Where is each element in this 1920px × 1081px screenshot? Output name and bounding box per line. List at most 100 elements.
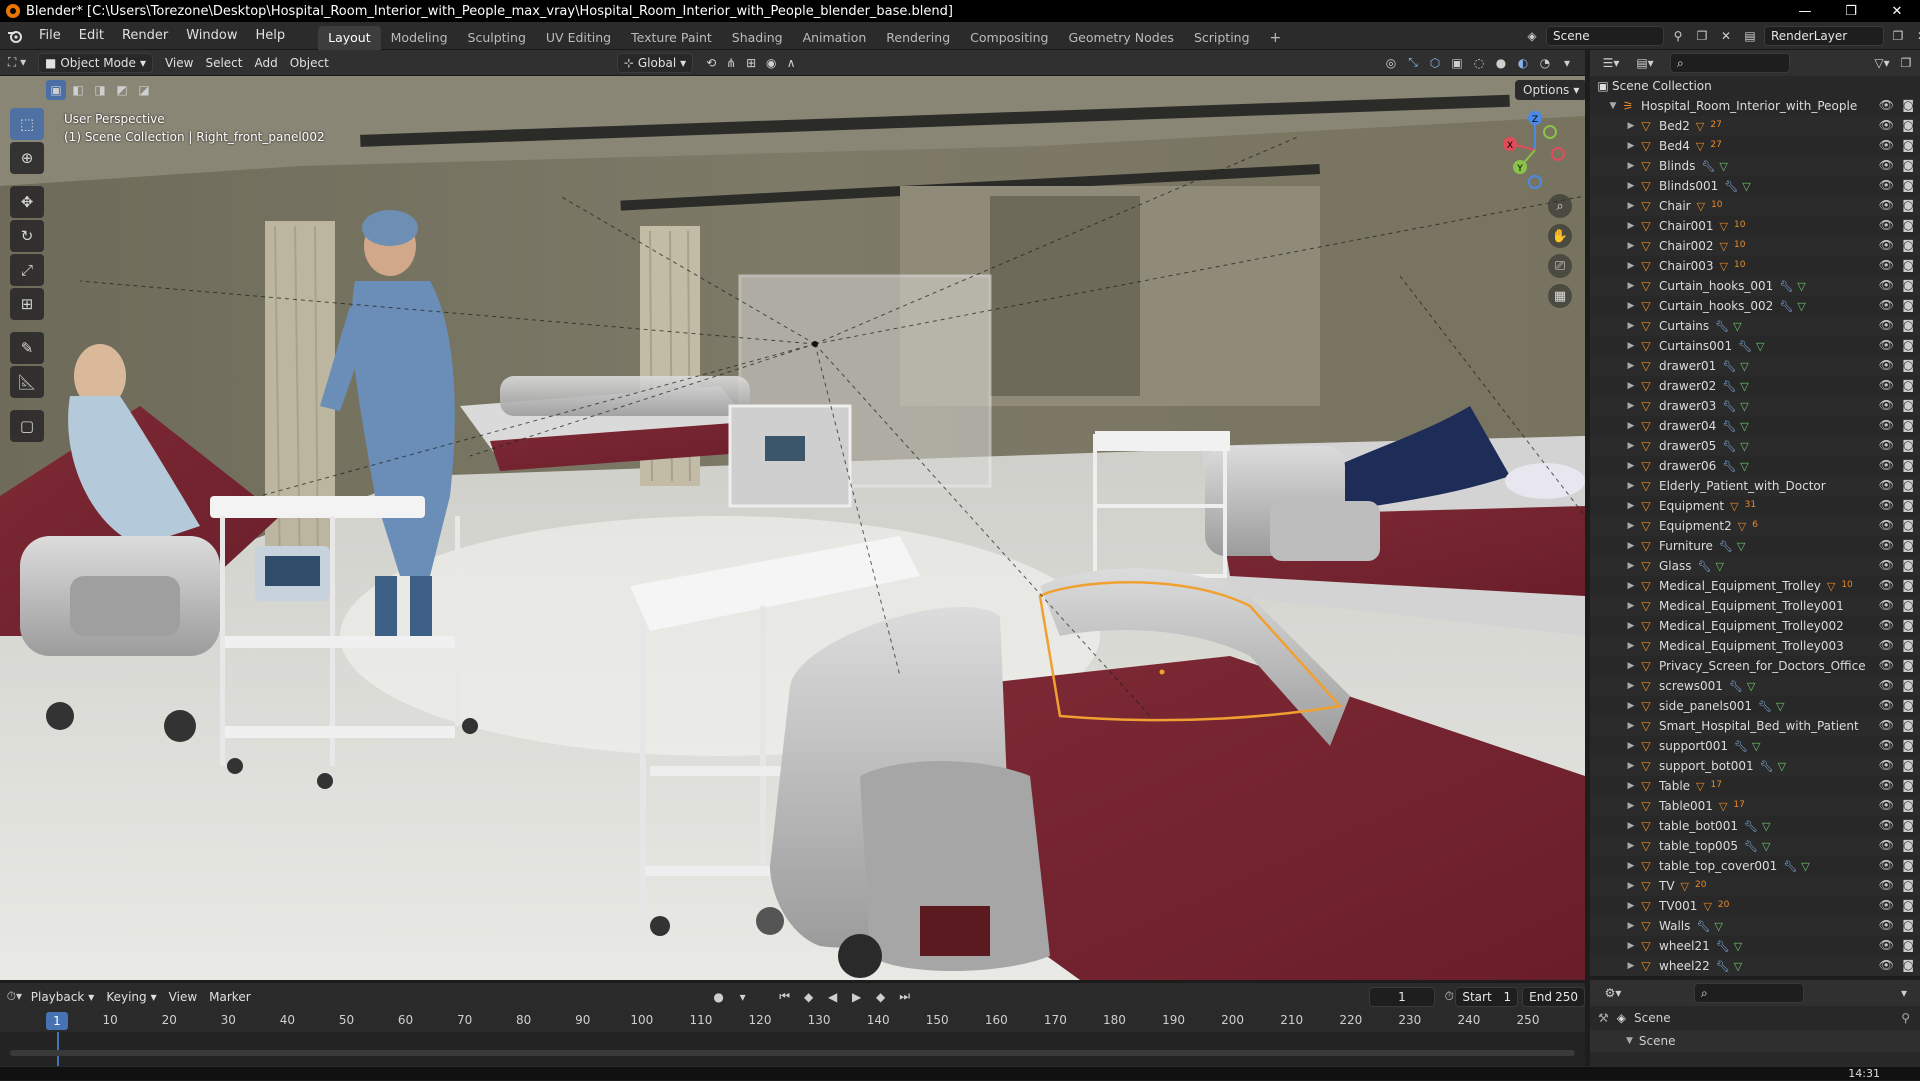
add-workspace-button[interactable]: + bbox=[1260, 26, 1292, 50]
outliner-item[interactable]: ▶ ▽ Privacy_Screen_for_Doctors_Office 👁︎ ◙ bbox=[1590, 656, 1920, 676]
measure-tool[interactable]: 📐︎ bbox=[10, 366, 44, 398]
outliner-item[interactable]: ▶ ▽ side_panels001 🔧︎ ▽ 👁︎ ◙ bbox=[1590, 696, 1920, 716]
menu-select[interactable]: Select bbox=[199, 53, 248, 73]
camera-icon[interactable]: ◙ bbox=[1902, 798, 1914, 812]
eye-icon[interactable]: 👁︎ bbox=[1879, 178, 1894, 192]
outliner-item[interactable]: ▶ ▽ support001 🔧︎ ▽ 👁︎ ◙ bbox=[1590, 736, 1920, 756]
expand-icon[interactable]: ▶ bbox=[1624, 301, 1638, 311]
camera-icon[interactable]: ◙ bbox=[1902, 218, 1914, 232]
eye-icon[interactable]: 👁︎ bbox=[1879, 738, 1894, 752]
expand-icon[interactable]: ▶ bbox=[1624, 401, 1638, 411]
outliner-item[interactable]: ▶ ▽ table_bot001 🔧︎ ▽ 👁︎ ◙ bbox=[1590, 816, 1920, 836]
camera-icon[interactable]: ◙ bbox=[1902, 838, 1914, 852]
keyframe-options-icon[interactable]: ▾ bbox=[733, 987, 753, 1007]
new-view-layer-icon[interactable]: ❐ bbox=[1888, 26, 1908, 46]
zoom-icon[interactable]: ⌕ bbox=[1548, 194, 1572, 218]
outliner-item[interactable]: ▶ ▽ Blinds 🔧︎ ▽ 👁︎ ◙ bbox=[1590, 156, 1920, 176]
tool-properties-icon[interactable]: ⚒ bbox=[1598, 1011, 1609, 1025]
gizmo-neg-y[interactable] bbox=[1543, 125, 1557, 139]
camera-icon[interactable]: ◙ bbox=[1902, 138, 1914, 152]
solid-shading-icon[interactable]: ● bbox=[1491, 53, 1511, 73]
menu-object[interactable]: Object bbox=[284, 53, 335, 73]
menu-help[interactable]: Help bbox=[247, 22, 295, 50]
eye-icon[interactable]: 👁︎ bbox=[1879, 898, 1894, 912]
eye-icon[interactable]: 👁︎ bbox=[1879, 418, 1894, 432]
collection-row[interactable]: ▼ ⚞ Hospital_Room_Interior_with_People 👁… bbox=[1590, 96, 1920, 116]
outliner-item[interactable]: ▶ ▽ Chair002 ▽ 10 👁︎ ◙ bbox=[1590, 236, 1920, 256]
outliner-item[interactable]: ▶ ▽ Walls 🔧︎ ▽ 👁︎ ◙ bbox=[1590, 916, 1920, 936]
menu-add[interactable]: Add bbox=[248, 53, 283, 73]
camera-icon[interactable]: ◙ bbox=[1902, 198, 1914, 212]
tab-modeling[interactable]: Modeling bbox=[381, 26, 458, 50]
expand-icon[interactable]: ▶ bbox=[1624, 761, 1638, 771]
material-preview-icon[interactable]: ◐ bbox=[1513, 53, 1533, 73]
expand-icon[interactable]: ▶ bbox=[1624, 561, 1638, 571]
falloff-icon[interactable]: ∧ bbox=[781, 53, 801, 73]
eye-icon[interactable]: 👁︎ bbox=[1879, 718, 1894, 732]
expand-icon[interactable]: ▶ bbox=[1624, 321, 1638, 331]
rendered-shading-icon[interactable]: ◔ bbox=[1535, 53, 1555, 73]
eye-icon[interactable]: 👁︎ bbox=[1879, 818, 1894, 832]
camera-icon[interactable]: ◙ bbox=[1902, 598, 1914, 612]
expand-icon[interactable]: ▶ bbox=[1624, 881, 1638, 891]
camera-icon[interactable]: ◙ bbox=[1902, 178, 1914, 192]
prev-keyframe-icon[interactable]: ◆ bbox=[799, 987, 819, 1007]
eye-icon[interactable]: 👁︎ bbox=[1879, 378, 1894, 392]
pivot-point-icon[interactable]: ⟲ bbox=[701, 53, 721, 73]
expand-icon[interactable]: ▶ bbox=[1624, 341, 1638, 351]
eye-icon[interactable]: 👁︎ bbox=[1879, 958, 1894, 972]
jump-end-icon[interactable]: ⏭ bbox=[895, 987, 915, 1007]
expand-icon[interactable]: ▶ bbox=[1624, 381, 1638, 391]
scene-panel-header[interactable]: ▼ Scene bbox=[1590, 1030, 1920, 1052]
camera-icon[interactable]: ◙ bbox=[1902, 258, 1914, 272]
expand-icon[interactable]: ▶ bbox=[1624, 701, 1638, 711]
delete-scene-icon[interactable]: ✕ bbox=[1716, 26, 1736, 46]
outliner-item[interactable]: ▶ ▽ Bed2 ▽ 27 👁︎ ◙ bbox=[1590, 116, 1920, 136]
wireframe-shading-icon[interactable]: ◌ bbox=[1469, 53, 1489, 73]
maximize-button[interactable]: ❐ bbox=[1828, 0, 1874, 22]
eye-icon[interactable]: 👁︎ bbox=[1879, 198, 1894, 212]
eye-icon[interactable]: 👁︎ bbox=[1879, 458, 1894, 472]
camera-icon[interactable]: ◙ bbox=[1902, 418, 1914, 432]
eye-icon[interactable]: 👁︎ bbox=[1879, 578, 1894, 592]
camera-icon[interactable]: ◙ bbox=[1902, 358, 1914, 372]
eye-icon[interactable]: 👁︎ bbox=[1879, 598, 1894, 612]
menu-render[interactable]: Render bbox=[113, 22, 177, 50]
outliner-item[interactable]: ▶ ▽ drawer04 🔧︎ ▽ 👁︎ ◙ bbox=[1590, 416, 1920, 436]
menu-marker[interactable]: Marker bbox=[203, 987, 256, 1007]
expand-icon[interactable]: ▶ bbox=[1624, 361, 1638, 371]
tab-geometry-nodes[interactable]: Geometry Nodes bbox=[1059, 26, 1184, 50]
eye-icon[interactable]: 👁︎ bbox=[1879, 938, 1894, 952]
navigation-gizmo[interactable]: Z X Y bbox=[1500, 110, 1570, 190]
outliner-item[interactable]: ▶ ▽ Bed4 ▽ 27 👁︎ ◙ bbox=[1590, 136, 1920, 156]
close-button[interactable]: ✕ bbox=[1874, 0, 1920, 22]
expand-icon[interactable]: ▶ bbox=[1624, 161, 1638, 171]
outliner-item[interactable]: ▶ ▽ table_top_cover001 🔧︎ ▽ 👁︎ ◙ bbox=[1590, 856, 1920, 876]
outliner-item[interactable]: ▶ ▽ Equipment ▽ 31 👁︎ ◙ bbox=[1590, 496, 1920, 516]
expand-icon[interactable]: ▶ bbox=[1624, 281, 1638, 291]
eye-icon[interactable]: 👁︎ bbox=[1879, 218, 1894, 232]
select-subtract-icon[interactable]: ◨ bbox=[90, 80, 110, 100]
outliner-item[interactable]: ▶ ▽ drawer02 🔧︎ ▽ 👁︎ ◙ bbox=[1590, 376, 1920, 396]
camera-icon[interactable]: ◙ bbox=[1902, 498, 1914, 512]
eye-icon[interactable]: 👁︎ bbox=[1879, 98, 1894, 112]
eye-icon[interactable]: 👁︎ bbox=[1879, 538, 1894, 552]
expand-icon[interactable]: ▶ bbox=[1624, 601, 1638, 611]
blender-menu-icon[interactable] bbox=[0, 29, 30, 43]
tab-compositing[interactable]: Compositing bbox=[960, 26, 1058, 50]
camera-icon[interactable]: ◙ bbox=[1902, 778, 1914, 792]
tab-shading[interactable]: Shading bbox=[722, 26, 793, 50]
expand-icon[interactable]: ▶ bbox=[1624, 261, 1638, 271]
outliner-item[interactable]: ▶ ▽ Table ▽ 17 👁︎ ◙ bbox=[1590, 776, 1920, 796]
eye-icon[interactable]: 👁︎ bbox=[1879, 518, 1894, 532]
expand-icon[interactable]: ▶ bbox=[1624, 621, 1638, 631]
properties-search-input[interactable]: ⌕ bbox=[1694, 983, 1804, 1003]
expand-icon[interactable]: ▶ bbox=[1624, 201, 1638, 211]
camera-icon[interactable]: ◙ bbox=[1902, 638, 1914, 652]
expand-icon[interactable]: ▶ bbox=[1624, 961, 1638, 971]
tab-animation[interactable]: Animation bbox=[793, 26, 877, 50]
perspective-toggle-icon[interactable]: ▦ bbox=[1548, 284, 1572, 308]
object-mode-dropdown[interactable]: ■ Object Mode ▾ bbox=[38, 52, 153, 73]
properties-editor-type-icon[interactable]: ⚙▾ bbox=[1598, 983, 1628, 1003]
transform-orientation-dropdown[interactable]: ⊹ Global ▾ bbox=[616, 52, 694, 73]
